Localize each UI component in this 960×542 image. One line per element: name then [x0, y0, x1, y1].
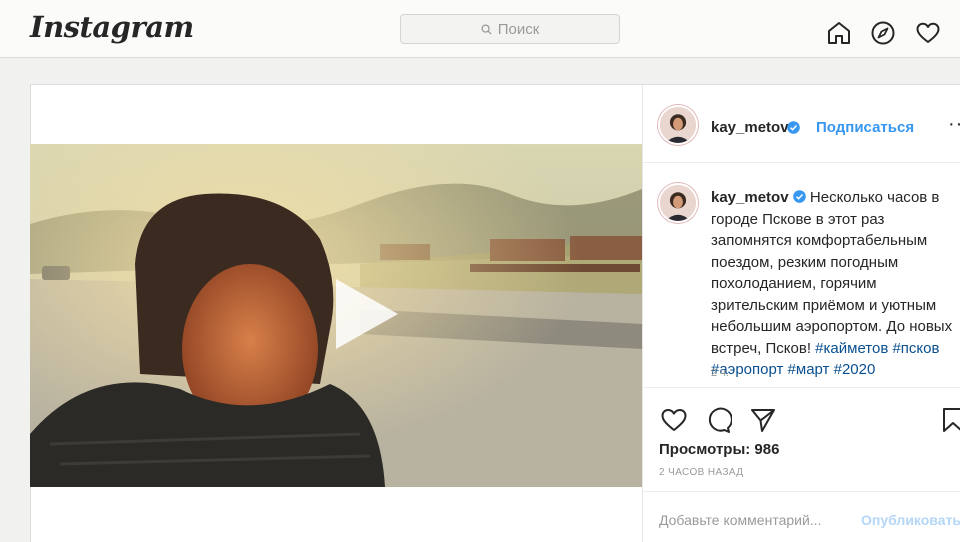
caption-text: Несколько часов в городе Пскове в этот р… [711, 189, 953, 357]
post-header: kay_metov Подписаться ··· [643, 85, 960, 163]
hashtag-link[interactable]: #март [788, 361, 830, 378]
publish-button[interactable]: Опубликовать [861, 512, 960, 528]
follow-button[interactable]: Подписаться [816, 119, 914, 136]
post-caption: kay_metov Несколько часов в городе Псков… [711, 187, 957, 381]
verified-badge-icon [787, 121, 800, 134]
post-video[interactable] [30, 144, 642, 487]
hashtag-link[interactable]: #псков [892, 340, 939, 357]
top-navigation-bar: Instagram Поиск [0, 0, 960, 58]
heart-icon[interactable] [915, 20, 941, 46]
comment-icon[interactable] [704, 406, 733, 434]
caption-username[interactable]: kay_metov [711, 189, 789, 206]
play-button[interactable] [332, 276, 402, 352]
avatar[interactable] [658, 105, 698, 145]
comment-bar: Добавьте комментарий... Опубликовать [643, 491, 960, 542]
caption-avatar[interactable] [658, 183, 698, 223]
search-icon [481, 23, 492, 35]
instagram-logo[interactable]: Instagram [30, 10, 194, 44]
like-icon[interactable] [660, 406, 688, 434]
caption-timestamp: 2 ч. [711, 367, 729, 379]
post-side-panel: kay_metov Подписаться ··· kay_metov Неск… [642, 85, 960, 542]
hashtag-link[interactable]: #2020 [834, 361, 876, 378]
hashtag-link[interactable]: #кайметов [815, 340, 888, 357]
post-actions [643, 387, 960, 447]
verified-badge-icon [792, 188, 806, 203]
post-username[interactable]: kay_metov [711, 119, 789, 136]
share-icon[interactable] [749, 406, 777, 434]
more-options-button[interactable]: ··· [948, 113, 960, 136]
posted-time: 2 ЧАСОВ НАЗАД [659, 467, 744, 478]
search-placeholder: Поиск [497, 20, 540, 38]
home-icon[interactable] [826, 20, 852, 46]
comment-input[interactable]: Добавьте комментарий... [659, 512, 821, 528]
explore-icon[interactable] [870, 20, 896, 46]
search-input[interactable]: Поиск [400, 14, 620, 44]
views-count: Просмотры: 986 [659, 441, 780, 458]
play-icon [336, 279, 398, 349]
save-bookmark-icon[interactable] [939, 406, 960, 434]
